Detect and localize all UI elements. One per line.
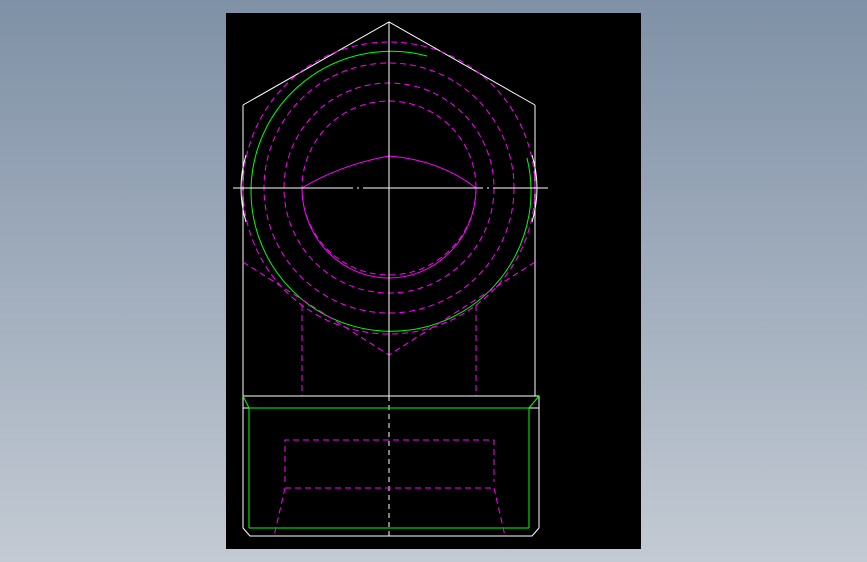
thread-chamfer-top-left <box>242 395 250 409</box>
drawing-canvas <box>233 21 548 540</box>
hidden-taper-right <box>493 487 506 537</box>
front-view-body <box>242 395 540 537</box>
centerlines <box>233 22 548 540</box>
hidden-taper-left <box>273 487 286 537</box>
thread-chamfer-top-right <box>528 395 540 409</box>
front-view-thread-lines <box>242 395 540 529</box>
front-bottom-chamfer <box>242 527 540 537</box>
drawing-sheet[interactable] <box>226 13 641 549</box>
thread-major-circle <box>250 50 532 332</box>
